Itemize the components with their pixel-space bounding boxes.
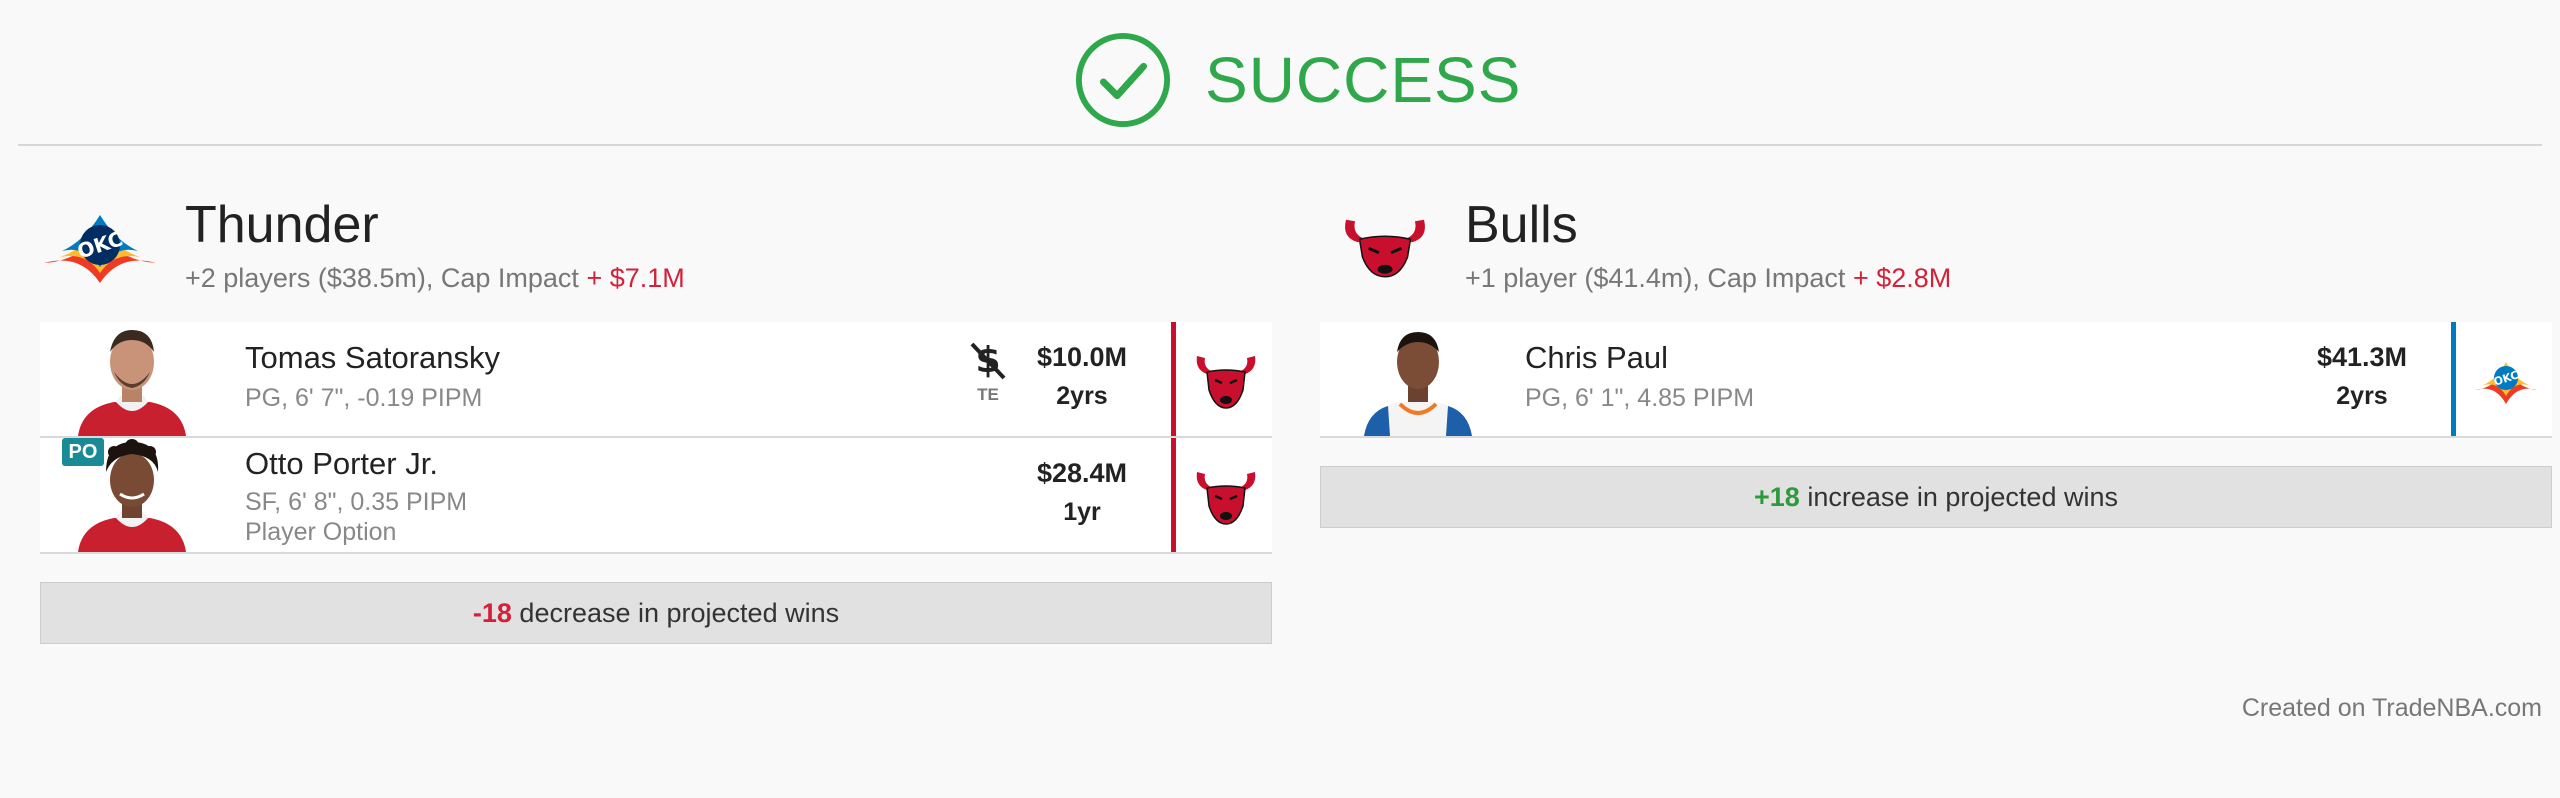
thunder-logo: OKC <box>2475 362 2537 404</box>
team-summary-text: +2 players ($38.5m), Cap Impact <box>185 263 579 293</box>
destination-bar <box>2451 322 2456 436</box>
contract-years: 2yrs <box>1056 382 1108 410</box>
thunder-logo: OKC <box>44 215 156 283</box>
success-title: SUCCESS <box>1205 44 1522 116</box>
team-header: Bulls +1 player ($41.4m), Cap Impact + $… <box>1320 195 2552 315</box>
team-thunder: OKC Thunder +2 players ($38.5m), Cap Imp… <box>40 195 1272 644</box>
team-header: OKC Thunder +2 players ($38.5m), Cap Imp… <box>40 195 1272 315</box>
cap-impact: + $2.8M <box>1852 263 1952 293</box>
player-name[interactable]: Tomas Satoransky <box>245 340 500 376</box>
contract-years: 1yr <box>1063 498 1101 526</box>
player-salary: $41.3M <box>2316 342 2408 372</box>
player-list: Tomas Satoransky PG, 6' 7", -0.19 PIPM $… <box>40 322 1272 554</box>
contract-years: 2yrs <box>2336 382 2388 410</box>
bulls-logo <box>1345 219 1425 278</box>
player-headshot-icon <box>78 330 186 436</box>
projected-wins-box: +18 increase in projected wins <box>1320 466 2552 528</box>
player-info: PG, 6' 7", -0.19 PIPM <box>245 384 483 412</box>
te-label: TE <box>977 385 999 404</box>
team-summary: +2 players ($38.5m), Cap Impact + $7.1M <box>185 263 685 294</box>
player-name[interactable]: Otto Porter Jr. <box>245 446 438 482</box>
player-option-label: Player Option <box>245 518 397 546</box>
wins-change-value: +18 <box>1754 482 1800 512</box>
success-banner: SUCCESS <box>1074 30 1521 130</box>
bulls-logo <box>1196 472 1256 525</box>
player-list: Chris Paul PG, 6' 1", 4.85 PIPM $41.3M 2… <box>1320 322 2552 438</box>
player-salary: $10.0M <box>1036 342 1128 372</box>
team-bulls: Bulls +1 player ($41.4m), Cap Impact + $… <box>1320 195 2552 528</box>
wins-change-text: decrease in projected wins <box>511 598 840 628</box>
player-headshot-icon <box>1364 332 1472 436</box>
wins-change-text: increase in projected wins <box>1799 482 2118 512</box>
player-option-badge: PO <box>62 438 104 466</box>
team-name: Bulls <box>1465 196 1578 254</box>
bulls-logo <box>1196 356 1256 409</box>
destination-bar <box>1171 322 1176 436</box>
header: SUCCESS <box>0 0 2560 146</box>
destination-bar <box>1171 438 1176 552</box>
player-row[interactable]: Chris Paul PG, 6' 1", 4.85 PIPM $41.3M 2… <box>1320 322 2552 438</box>
player-avatar <box>1360 322 1476 436</box>
player-avatar <box>74 322 190 436</box>
team-name: Thunder <box>185 196 379 254</box>
player-salary: $28.4M <box>1036 458 1128 488</box>
player-info: PG, 6' 1", 4.85 PIPM <box>1525 384 1755 412</box>
footer-credit: Created on TradeNBA.com <box>2241 694 2542 722</box>
wins-change-value: -18 <box>472 598 512 628</box>
player-row[interactable]: Tomas Satoransky PG, 6' 7", -0.19 PIPM $… <box>40 322 1272 438</box>
trade-exception-marker: $ TE <box>965 338 1011 414</box>
player-row[interactable]: PO Otto Porter Jr. SF, 6' 8", 0.35 PIPM … <box>40 438 1272 554</box>
cap-impact: + $7.1M <box>586 263 685 293</box>
team-summary-text: +1 player ($41.4m), Cap Impact <box>1465 263 1846 293</box>
checkmark-circle-icon <box>1075 32 1171 128</box>
player-info: SF, 6' 8", 0.35 PIPM <box>245 488 468 516</box>
player-name[interactable]: Chris Paul <box>1525 340 1668 376</box>
no-dollar-icon: $ <box>970 340 1006 381</box>
projected-wins-box: -18 decrease in projected wins <box>40 582 1272 644</box>
header-divider <box>18 144 2542 146</box>
team-summary: +1 player ($41.4m), Cap Impact + $2.8M <box>1465 263 1951 294</box>
